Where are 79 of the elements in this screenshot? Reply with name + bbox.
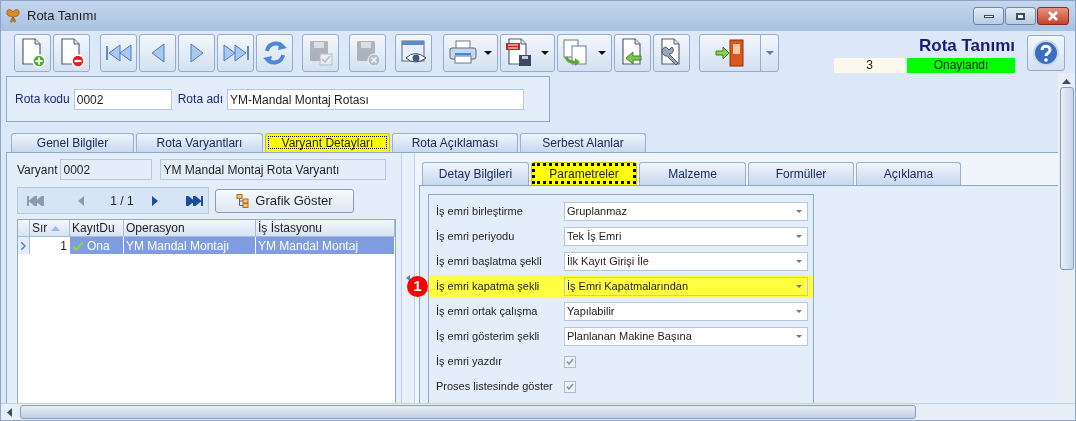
field-label: İş emri yazdır (436, 354, 503, 370)
tab[interactable]: Malzeme (639, 162, 746, 185)
column-header[interactable]: Operasyon (124, 220, 256, 236)
field-label: Rota adı (177, 91, 224, 108)
table-cell: YM Mandal Montaj (256, 237, 395, 254)
caret-icon (796, 285, 802, 288)
text-field[interactable]: 0002 (73, 88, 172, 110)
help-button[interactable] (1027, 35, 1065, 71)
column-header[interactable]: Sır (30, 220, 70, 236)
dropdown-field[interactable]: Planlanan Makine Başına (564, 327, 808, 346)
table-cell: YM Mandal Montajı (124, 237, 256, 254)
checkbox[interactable] (564, 355, 576, 368)
last-record-icon[interactable] (185, 195, 203, 206)
tab[interactable]: Varyant Detayları (265, 133, 390, 152)
tab[interactable]: Formüller (748, 162, 854, 185)
dropdown-field[interactable]: İlk Kayıt Girişi İle (564, 252, 808, 271)
caret-icon (484, 51, 492, 55)
vertical-scrollbar[interactable] (1058, 73, 1075, 404)
window-title: Rota Tanımı (27, 7, 97, 26)
dropdown-field[interactable]: Yapılabilir (564, 302, 808, 321)
tab[interactable]: Detay Bilgileri (422, 162, 529, 185)
minimize-button[interactable] (973, 7, 1004, 25)
dropdown-field[interactable]: İş Emri Kapatmalarından (564, 277, 808, 296)
show-graph-button[interactable]: Grafik Göster (215, 188, 354, 213)
field-label: İş emri kapatma şekli (436, 279, 541, 295)
field-label: İş emri ortak çalışma (436, 304, 539, 320)
current-row-icon (21, 241, 26, 250)
tab[interactable]: Açıklama (856, 162, 961, 185)
previous-record-icon[interactable] (77, 195, 85, 206)
caret-icon (796, 210, 802, 213)
field-label: İş emri başlatma şekli (436, 254, 543, 270)
field-label: Proses listesinde göster (436, 379, 554, 395)
scroll-up-icon[interactable] (1062, 79, 1071, 84)
maximize-button[interactable] (1005, 7, 1036, 25)
tab[interactable]: Rota Varyantları (136, 133, 263, 152)
dropdown-field[interactable]: Tek İş Emri (564, 227, 808, 246)
variant-code-field[interactable]: 0002 (60, 159, 153, 180)
caret-icon (541, 51, 549, 55)
caret-icon (598, 51, 606, 55)
first-record-icon[interactable] (27, 195, 45, 206)
table-cell: Ona (70, 237, 124, 254)
check-icon (72, 240, 84, 251)
tab[interactable]: Serbest Alanlar (520, 133, 646, 152)
collapse-arrow-icon[interactable] (406, 275, 410, 281)
caret-icon (765, 51, 774, 55)
field-label: İş emri gösterim şekli (436, 329, 541, 345)
splitter[interactable] (401, 153, 415, 403)
caret-icon (796, 235, 802, 238)
tree-chart-icon (236, 193, 250, 208)
caret-icon (796, 260, 802, 263)
butterfly-icon (5, 8, 21, 24)
checkbox[interactable] (564, 380, 576, 393)
tab[interactable]: Parametreler (531, 162, 637, 185)
record-number: 3 (834, 57, 905, 73)
scroll-left-icon[interactable] (7, 407, 12, 417)
scrollbar-thumb[interactable] (20, 405, 916, 419)
sort-ascending-icon (51, 225, 61, 231)
scrollbar-thumb[interactable] (1059, 87, 1074, 270)
tab[interactable]: Rota Açıklaması (392, 133, 518, 152)
field-label: İş emri periyodu (436, 229, 516, 245)
caret-icon (796, 335, 802, 338)
text-field[interactable]: YM-Mandal Montaj Rotası (227, 88, 525, 110)
form-title: Rota Tanımı (918, 35, 1015, 56)
caret-icon (796, 310, 802, 313)
horizontal-scrollbar[interactable] (1, 403, 1075, 420)
tab[interactable]: Genel Bilgiler (11, 133, 134, 152)
field-label: İş emri birleştirme (436, 204, 524, 220)
close-button[interactable] (1037, 7, 1069, 25)
variant-name-field[interactable]: YM Mandal Montaj Rota Varyantı (160, 159, 387, 180)
variant-label: Varyant (17, 161, 58, 179)
column-header[interactable]: KayıtDu (70, 220, 124, 236)
exit-door-icon (714, 37, 746, 69)
status-label: Onaylandı (907, 57, 1015, 73)
close-icon (1047, 11, 1059, 21)
next-record-icon[interactable] (151, 195, 159, 206)
field-label: Rota kodu (15, 91, 70, 108)
column-header[interactable]: İş İstasyonu (256, 220, 395, 236)
dropdown-field[interactable]: Gruplanmaz (564, 202, 808, 221)
record-position: 1 / 1 (109, 192, 135, 210)
